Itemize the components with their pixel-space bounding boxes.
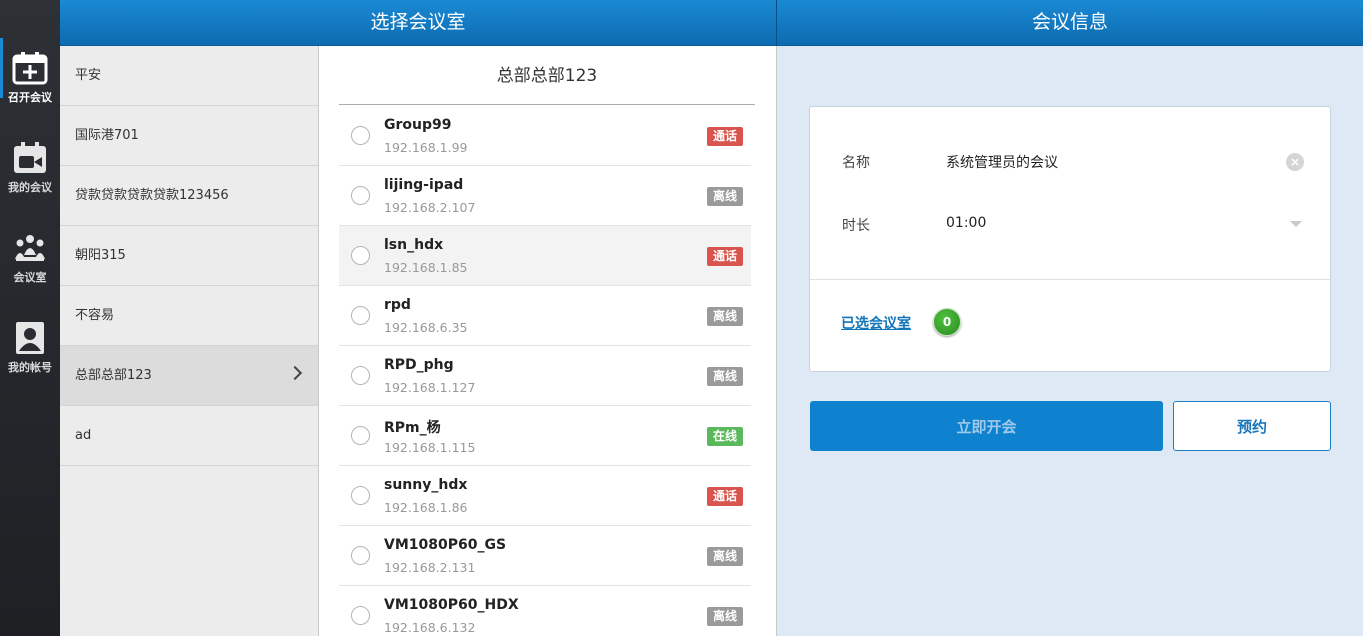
nav-label: 召开会议 (8, 91, 52, 104)
device-row[interactable]: rpd 192.168.6.35 离线 (339, 286, 751, 346)
status-badge: 离线 (707, 307, 743, 326)
room-list: 平安 国际港701 贷款贷款贷款贷款123456 朝阳315 不容易 总部总部1… (60, 46, 319, 636)
nav-my-meetings[interactable]: 我的会议 (0, 126, 60, 210)
device-ip: 192.168.6.35 (384, 320, 468, 335)
device-ip: 192.168.1.127 (384, 380, 476, 395)
device-name: Group99 (384, 117, 452, 133)
room-name: ad (75, 428, 92, 443)
device-row[interactable]: VM1080P60_HDX 192.168.6.132 离线 (339, 586, 751, 636)
list-item[interactable]: 贷款贷款贷款贷款123456 (60, 166, 318, 226)
list-item[interactable]: 朝阳315 (60, 226, 318, 286)
chevron-down-icon[interactable] (1290, 221, 1302, 227)
room-name: 平安 (75, 68, 102, 83)
list-item-selected[interactable]: 总部总部123 (60, 346, 318, 406)
meeting-room-icon (15, 235, 45, 261)
nav-start-meeting[interactable]: 召开会议 (0, 36, 60, 120)
chevron-right-icon (287, 365, 303, 381)
meeting-info-card: 名称 系统管理员的会议 × 时长 01:00 已选会议室 0 (809, 106, 1331, 372)
room-name: 朝阳315 (75, 248, 126, 263)
device-radio[interactable] (351, 306, 370, 325)
room-name: 国际港701 (75, 128, 139, 143)
calendar-add-icon (12, 52, 48, 85)
list-item[interactable]: ad (60, 406, 318, 466)
device-ip: 192.168.6.132 (384, 620, 476, 635)
duration-label: 时长 (842, 218, 870, 234)
status-badge: 在线 (707, 427, 743, 446)
status-badge: 离线 (707, 367, 743, 386)
room-name: 总部总部123 (75, 368, 152, 383)
list-item[interactable]: 平安 (60, 46, 318, 106)
status-badge: 通话 (707, 247, 743, 266)
device-row[interactable]: sunny_hdx 192.168.1.86 通话 (339, 466, 751, 526)
device-row[interactable]: lijing-ipad 192.168.2.107 离线 (339, 166, 751, 226)
device-name: rpd (384, 297, 411, 313)
device-row[interactable]: Group99 192.168.1.99 通话 (339, 106, 751, 166)
device-radio[interactable] (351, 486, 370, 505)
nav-label: 我的会议 (8, 181, 52, 194)
device-radio[interactable] (351, 186, 370, 205)
status-badge: 通话 (707, 487, 743, 506)
device-ip: 192.168.1.86 (384, 500, 468, 515)
nav-label: 我的帐号 (8, 361, 52, 374)
status-badge: 离线 (707, 187, 743, 206)
select-room-header: 选择会议室 (60, 0, 776, 46)
status-badge: 离线 (707, 607, 743, 626)
device-ip: 192.168.2.107 (384, 200, 476, 215)
duration-select[interactable]: 01:00 (946, 215, 986, 231)
start-meeting-button[interactable]: 立即开会 (810, 401, 1163, 451)
device-ip: 192.168.2.131 (384, 560, 476, 575)
nav-label: 会议室 (13, 271, 47, 284)
device-name: sunny_hdx (384, 477, 468, 493)
device-ip: 192.168.1.115 (384, 440, 476, 455)
device-radio[interactable] (351, 126, 370, 145)
device-list: Group99 192.168.1.99 通话 lijing-ipad 192.… (339, 106, 751, 636)
list-item[interactable]: 国际港701 (60, 106, 318, 166)
clear-icon[interactable]: × (1286, 153, 1304, 171)
device-name: lijing-ipad (384, 177, 464, 193)
nav-my-account[interactable]: 我的帐号 (0, 306, 60, 390)
device-radio[interactable] (351, 246, 370, 265)
room-name: 贷款贷款贷款贷款123456 (75, 188, 229, 203)
status-badge: 通话 (707, 127, 743, 146)
book-button[interactable]: 预约 (1173, 401, 1331, 451)
device-name: RPm_杨 (384, 420, 441, 436)
left-nav: 召开会议 我的会议 会议室 我的帐号 (0, 0, 60, 636)
device-radio[interactable] (351, 546, 370, 565)
device-name: RPD_phg (384, 357, 454, 373)
device-row[interactable]: RPm_杨 192.168.1.115 在线 (339, 406, 751, 466)
meeting-name-input[interactable]: 系统管理员的会议 (946, 152, 1058, 172)
device-panel-title: 总部总部123 (339, 46, 755, 105)
device-radio[interactable] (351, 426, 370, 445)
device-name: lsn_hdx (384, 237, 444, 253)
device-panel: 总部总部123 Group99 192.168.1.99 通话 lijing-i… (319, 46, 777, 636)
room-name: 不容易 (75, 308, 115, 323)
selected-rooms-link[interactable]: 已选会议室 (841, 313, 911, 333)
nav-meeting-room[interactable]: 会议室 (0, 216, 60, 300)
list-item[interactable]: 不容易 (60, 286, 318, 346)
divider (810, 279, 1330, 280)
selected-count-badge: 0 (933, 308, 961, 336)
device-row[interactable]: lsn_hdx 192.168.1.85 通话 (339, 226, 751, 286)
device-name: VM1080P60_HDX (384, 597, 519, 613)
device-ip: 192.168.1.85 (384, 260, 468, 275)
device-row[interactable]: RPD_phg 192.168.1.127 离线 (339, 346, 751, 406)
device-row[interactable]: VM1080P60_GS 192.168.2.131 离线 (339, 526, 751, 586)
name-label: 名称 (842, 155, 870, 171)
device-name: VM1080P60_GS (384, 537, 507, 553)
device-radio[interactable] (351, 606, 370, 625)
status-badge: 离线 (707, 547, 743, 566)
account-icon (16, 322, 44, 354)
device-radio[interactable] (351, 366, 370, 385)
device-ip: 192.168.1.99 (384, 140, 468, 155)
calendar-video-icon (14, 142, 46, 173)
meeting-info-header: 会议信息 (777, 0, 1363, 46)
